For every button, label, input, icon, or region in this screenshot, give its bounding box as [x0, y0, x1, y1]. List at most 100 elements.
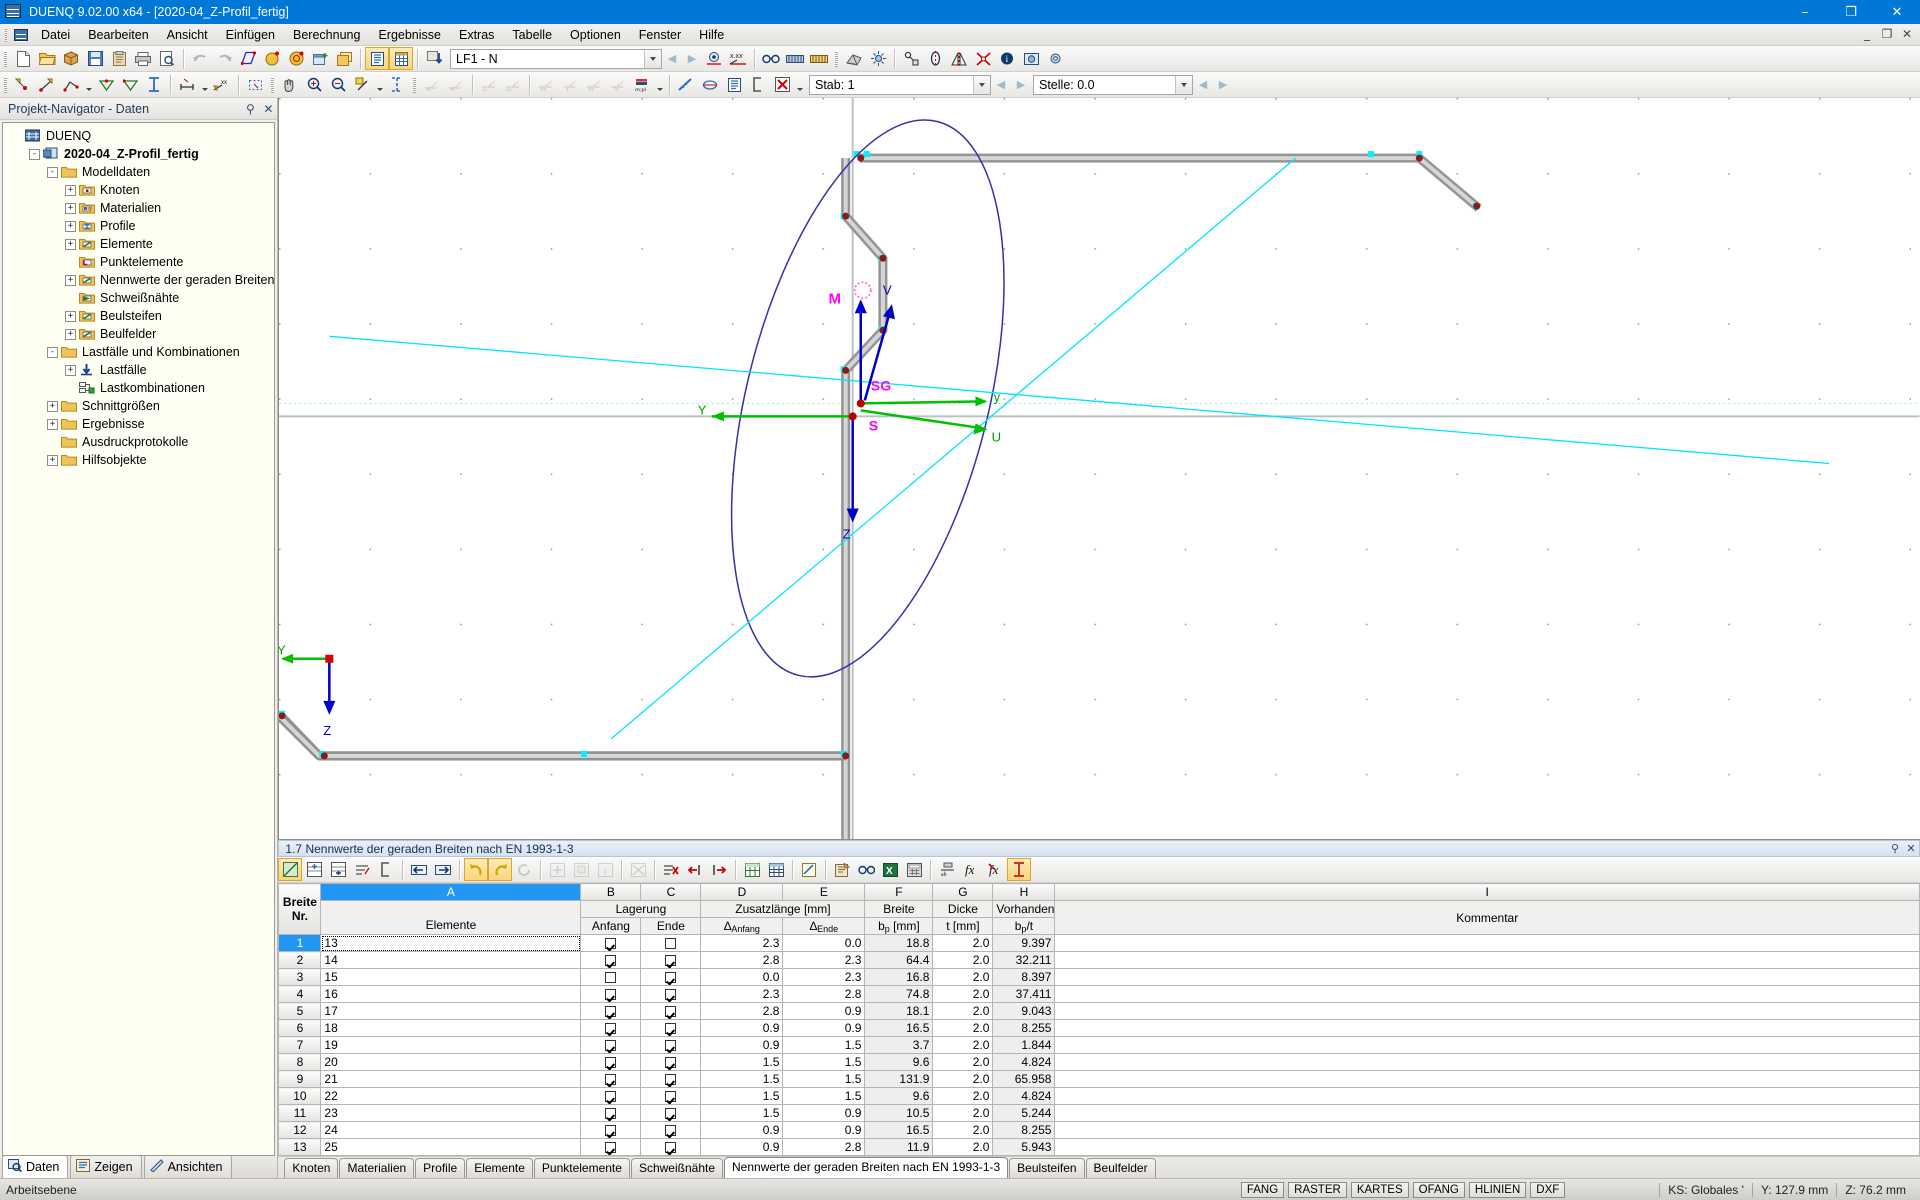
- row-number-cell[interactable]: 10: [278, 1087, 322, 1105]
- next-member-button[interactable]: ▶: [1011, 74, 1031, 96]
- cell-kommentar[interactable]: [1054, 1036, 1920, 1054]
- cell-delta-ende[interactable]: 2.8: [782, 985, 866, 1003]
- prev-member-button[interactable]: ◀: [991, 74, 1011, 96]
- cell-bpt[interactable]: 1.844: [992, 1036, 1056, 1054]
- row-number-cell[interactable]: 9: [278, 1070, 322, 1088]
- cell-thickness[interactable]: 2.0: [932, 1002, 994, 1020]
- row-number-cell[interactable]: 12: [278, 1121, 322, 1139]
- stress-sv-icon[interactable]: sv: [444, 73, 468, 96]
- tree-item-knoten[interactable]: + Knoten: [7, 181, 274, 199]
- cell-elemente[interactable]: 20: [320, 1053, 582, 1071]
- nav-tab-daten[interactable]: Daten: [2, 1155, 69, 1178]
- expand-icon[interactable]: +: [65, 220, 76, 232]
- stress-sigma-vpl-icon[interactable]: σv,pl: [630, 73, 654, 96]
- collapse-icon[interactable]: -: [47, 166, 58, 178]
- rotate-axis-icon[interactable]: [923, 47, 947, 70]
- mesh-icon[interactable]: [842, 47, 866, 70]
- toolbar-gripper-4[interactable]: [269, 75, 276, 95]
- menu-tabelle[interactable]: Tabelle: [503, 25, 561, 45]
- units-icon[interactable]: ab: [935, 858, 959, 881]
- display-options-dropdown[interactable]: [374, 73, 385, 96]
- table-tab-nennwerte-der-geraden-breiten-nach-en-1993-1-3[interactable]: Nennwerte der geraden Breiten nach EN 19…: [724, 1157, 1009, 1178]
- load-case-icon[interactable]: [422, 47, 446, 70]
- tree-item-elemente[interactable]: + Elemente: [7, 235, 274, 253]
- tree-item-modelldaten[interactable]: - Modelldaten: [7, 163, 274, 181]
- close-button[interactable]: ✕: [1874, 0, 1920, 24]
- mirror-icon[interactable]: [947, 47, 971, 70]
- row-number-cell[interactable]: 11: [278, 1104, 322, 1122]
- stress-somega-icon[interactable]: sω: [501, 73, 525, 96]
- render-surface-icon[interactable]: [783, 47, 807, 70]
- collapse-icon[interactable]: -: [29, 148, 40, 160]
- column-letter-rownum[interactable]: Breite Nr.: [278, 883, 322, 935]
- table-tab-knoten[interactable]: Knoten: [284, 1158, 339, 1178]
- column-letter-C[interactable]: C: [640, 883, 702, 901]
- checkbox[interactable]: [605, 1074, 617, 1086]
- open-folder-icon[interactable]: [332, 47, 356, 70]
- display-options-icon[interactable]: [350, 73, 374, 96]
- cell-lagerung-anfang[interactable]: [580, 951, 642, 969]
- prev-location-button[interactable]: ◀: [1193, 74, 1213, 96]
- table-tab-schwei-n-hte[interactable]: Schweißnähte: [630, 1158, 723, 1178]
- cell-bp[interactable]: 74.8: [864, 985, 934, 1003]
- menu-einfuegen[interactable]: Einfügen: [217, 25, 284, 45]
- cell-delta-ende[interactable]: 2.8: [782, 1138, 866, 1156]
- row-number-cell[interactable]: 5: [278, 1002, 322, 1020]
- table-row[interactable]: 9 21 1.5 1.5 131.9 2.0 65.958: [278, 1070, 1920, 1088]
- cell-kommentar[interactable]: [1054, 968, 1920, 986]
- zoom-out-icon[interactable]: [326, 73, 350, 96]
- cell-thickness[interactable]: 2.0: [932, 1138, 994, 1156]
- member-combo[interactable]: Stab: 1: [809, 74, 991, 95]
- cell-thickness[interactable]: 2.0: [932, 934, 994, 952]
- navigator-tree[interactable]: DUENQ -2020-04_Z-Profil_fertig - Modelldate…: [2, 122, 276, 1156]
- table-row[interactable]: 6 18 0.9 0.9 16.5 2.0 8.255: [278, 1019, 1920, 1037]
- print-icon[interactable]: [131, 47, 155, 70]
- cell-kommentar[interactable]: [1054, 1002, 1920, 1020]
- column-letter-I[interactable]: I: [1054, 883, 1920, 901]
- redo-icon[interactable]: [488, 858, 513, 881]
- notes-icon[interactable]: [797, 858, 821, 881]
- cell-delta-anfang[interactable]: 1.5: [700, 1053, 784, 1071]
- tree-item-duenq[interactable]: DUENQ: [7, 127, 274, 145]
- column-letter-A[interactable]: A: [320, 883, 582, 901]
- location-combo[interactable]: Stelle: 0.0: [1033, 74, 1193, 95]
- table-tab-beulsteifen[interactable]: Beulsteifen: [1009, 1158, 1085, 1178]
- cell-kommentar[interactable]: [1054, 985, 1920, 1003]
- delete-results-dropdown[interactable]: [794, 73, 805, 96]
- bracket-icon[interactable]: [746, 73, 770, 96]
- toolbar-gripper-2[interactable]: [833, 49, 840, 69]
- remove-right-icon[interactable]: [707, 858, 731, 881]
- menu-ergebnisse[interactable]: Ergebnisse: [369, 25, 450, 45]
- cell-thickness[interactable]: 2.0: [932, 1019, 994, 1037]
- screenshot-icon[interactable]: [1019, 47, 1043, 70]
- cell-lagerung-ende[interactable]: [640, 1019, 702, 1037]
- print-report-icon[interactable]: [830, 858, 854, 881]
- cell-lagerung-anfang[interactable]: [580, 985, 642, 1003]
- profile-drawing[interactable]: M SG S Y y U Z V Y: [279, 98, 1920, 839]
- next-location-button[interactable]: ▶: [1213, 74, 1233, 96]
- checkbox[interactable]: [665, 938, 677, 950]
- status-toggle-ofang[interactable]: OFANG: [1412, 1181, 1465, 1198]
- cell-lagerung-ende[interactable]: [640, 1087, 702, 1105]
- cell-delta-ende[interactable]: 0.9: [782, 1019, 866, 1037]
- column-letter-E[interactable]: E: [782, 883, 866, 901]
- cell-lagerung-anfang[interactable]: [580, 934, 642, 952]
- checkbox[interactable]: [665, 1040, 677, 1052]
- tree-item-lastf-lle[interactable]: + Lastfälle: [7, 361, 274, 379]
- menu-optionen[interactable]: Optionen: [561, 25, 630, 45]
- tree-item-punktelemente[interactable]: Punktelemente: [7, 253, 274, 271]
- cell-lagerung-ende[interactable]: [640, 1070, 702, 1088]
- calculate-all-icon[interactable]: [284, 47, 308, 70]
- menu-gripper[interactable]: [2, 26, 10, 44]
- ruler-icon[interactable]: [674, 73, 698, 96]
- status-toggle-dxf[interactable]: DXF: [1530, 1181, 1566, 1198]
- delete-row-icon[interactable]: [659, 858, 683, 881]
- profile-icon[interactable]: [1007, 858, 1032, 881]
- toolbar-gripper-5[interactable]: [411, 75, 418, 95]
- add-polyline-icon[interactable]: [59, 73, 83, 96]
- row-number-cell[interactable]: 4: [278, 985, 322, 1003]
- expand-icon[interactable]: +: [65, 202, 76, 214]
- checkbox[interactable]: [665, 1074, 677, 1086]
- cell-kommentar[interactable]: [1054, 1138, 1920, 1156]
- checkbox[interactable]: [665, 1125, 677, 1137]
